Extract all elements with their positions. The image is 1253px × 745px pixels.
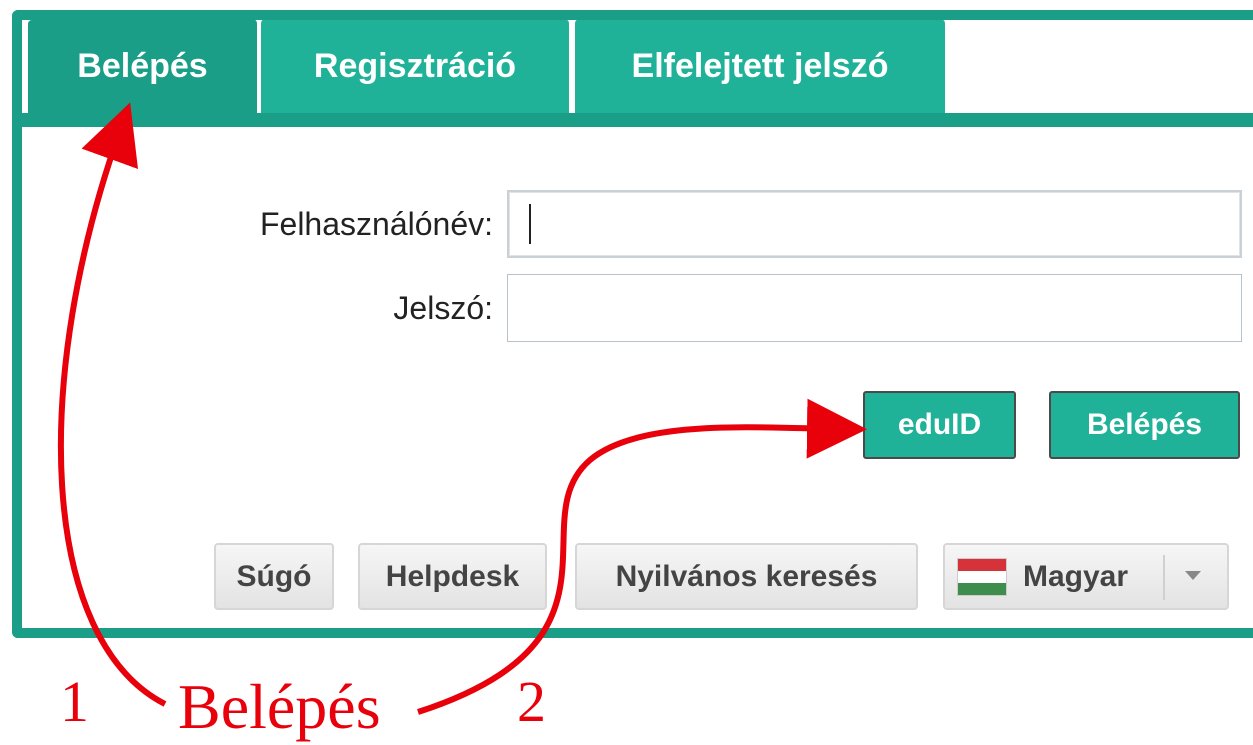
annotation-marker-2: 2 [517, 669, 546, 734]
annotation-label: Belépés [178, 671, 381, 742]
arrow-to-eduid-button [417, 398, 867, 715]
annotation-arrows [57, 102, 867, 715]
arrow-to-login-tab [57, 102, 167, 707]
annotation-marker-1: 1 [60, 669, 89, 734]
